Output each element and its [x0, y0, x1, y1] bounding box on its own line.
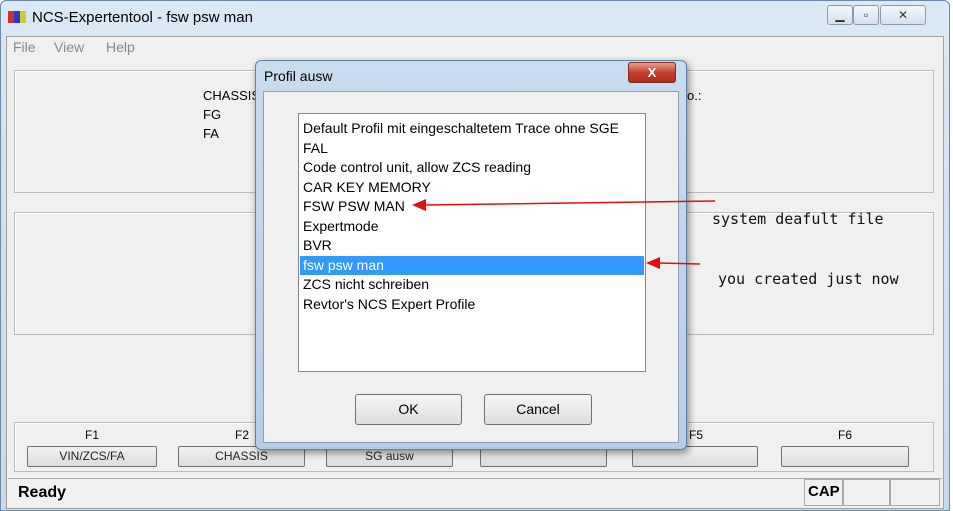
annotation-arrows — [412, 199, 716, 269]
annotation-created-now: you created just now — [718, 270, 899, 288]
arrow-line — [424, 200, 716, 206]
annotation-system-default: system deafult file — [712, 210, 884, 228]
arrow-head-icon — [412, 199, 426, 211]
arrow-line — [657, 262, 701, 265]
arrow-head-icon — [646, 257, 660, 269]
